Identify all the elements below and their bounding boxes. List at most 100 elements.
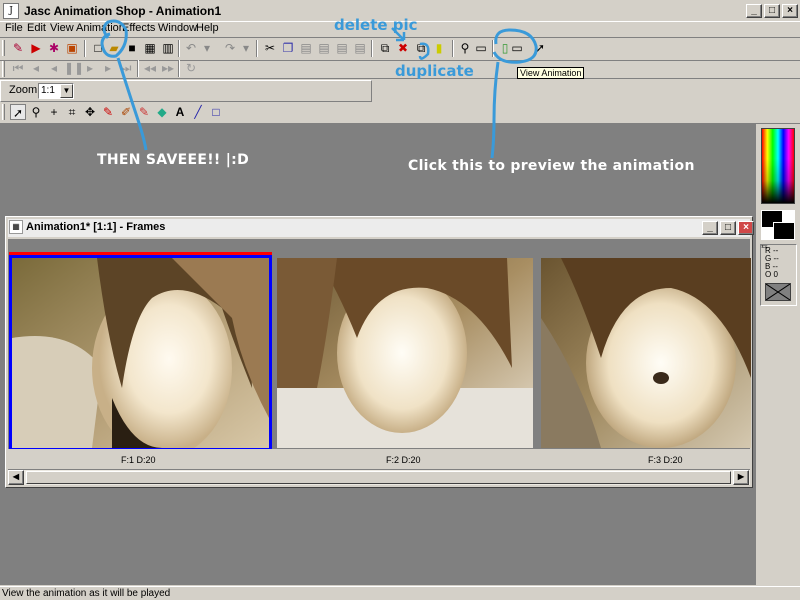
separator bbox=[178, 60, 180, 77]
frame-3-image bbox=[541, 258, 751, 448]
frame-labels: F:1 D:20 F:2 D:20 F:3 D:20 bbox=[8, 449, 750, 471]
o-label: O 0 bbox=[765, 270, 778, 279]
frame-1-image bbox=[12, 258, 269, 448]
paste-new-icon[interactable]: ▤ bbox=[316, 40, 332, 56]
chevron-down-icon[interactable]: ▼ bbox=[60, 84, 73, 98]
separator bbox=[371, 40, 373, 57]
step-back-icon[interactable]: ◂◂ bbox=[142, 60, 158, 76]
previous-frame-icon[interactable]: ◂ bbox=[28, 60, 44, 76]
annotation-preview: Click this to preview the animation bbox=[408, 158, 695, 174]
eraser-icon[interactable]: ✎ bbox=[136, 104, 152, 120]
transparent-swatch[interactable] bbox=[765, 283, 791, 301]
cut-icon[interactable]: ✂ bbox=[262, 40, 278, 56]
link-icon[interactable]: ⧉ bbox=[377, 40, 393, 56]
menu-animation[interactable]: Animation bbox=[76, 22, 125, 34]
undo-icon[interactable]: ↶ bbox=[183, 40, 199, 56]
zoom-label: Zoom: bbox=[9, 84, 41, 96]
zoom-select[interactable]: 1:1 ▼ bbox=[38, 83, 74, 99]
frame-2[interactable] bbox=[277, 258, 533, 448]
zoom-icon[interactable]: ⚲ bbox=[457, 40, 473, 56]
zoom-tool-icon[interactable]: ⚲ bbox=[28, 104, 44, 120]
copy-icon[interactable]: ❐ bbox=[280, 40, 296, 56]
no-color-icon bbox=[766, 284, 790, 300]
color-swatches[interactable] bbox=[761, 210, 795, 240]
optimize-icon[interactable]: ▣ bbox=[64, 40, 80, 56]
delete-frame-icon[interactable]: ✖ bbox=[395, 40, 411, 56]
frames-minimize-button[interactable]: _ bbox=[702, 221, 718, 235]
paste-into-icon[interactable]: ▤ bbox=[352, 40, 368, 56]
horizontal-scrollbar[interactable]: ◀ ▶ bbox=[8, 469, 750, 485]
line-icon[interactable]: ╱ bbox=[190, 104, 206, 120]
fill-icon[interactable]: ◆ bbox=[154, 104, 170, 120]
film-icon[interactable]: ▦ bbox=[142, 40, 158, 56]
menu-file[interactable]: File bbox=[5, 22, 23, 34]
scroll-thumb[interactable] bbox=[26, 471, 731, 484]
separator bbox=[84, 40, 86, 57]
last-frame-icon[interactable]: ⏭ bbox=[118, 60, 134, 76]
separator bbox=[492, 40, 494, 57]
annotation-delete-pic: delete pic bbox=[334, 16, 418, 34]
dropper-icon[interactable]: ✎ bbox=[100, 104, 116, 120]
step-forward-icon[interactable]: ▸▸ bbox=[160, 60, 176, 76]
separator bbox=[452, 40, 454, 57]
pause-icon[interactable]: ❚❚ bbox=[64, 60, 84, 76]
background-swatch[interactable] bbox=[773, 222, 795, 240]
save-icon[interactable]: ■ bbox=[124, 40, 140, 56]
zoom-toolbar: Zoom: 1:1 ▼ bbox=[0, 80, 372, 102]
arrow-select-icon[interactable]: ➚ bbox=[532, 40, 548, 56]
wizard-icon[interactable]: ✎ bbox=[10, 40, 26, 56]
frames-strip bbox=[8, 239, 751, 467]
arrow-tool-icon[interactable]: ➚ bbox=[10, 104, 26, 120]
status-bar: View the animation as it will be played bbox=[0, 586, 800, 600]
insert-frame-icon[interactable]: ▮ bbox=[431, 40, 447, 56]
frame-2-label: F:2 D:20 bbox=[386, 455, 421, 465]
app-icon: J bbox=[3, 3, 19, 19]
status-text: View the animation as it will be played bbox=[2, 588, 171, 599]
menu-view[interactable]: View bbox=[50, 22, 74, 34]
separator bbox=[137, 60, 139, 77]
minimize-button[interactable]: _ bbox=[746, 4, 762, 18]
play-icon[interactable]: ▸ bbox=[82, 60, 98, 76]
view-animation-icon[interactable]: ▭ bbox=[508, 40, 526, 56]
frame-properties-icon[interactable]: ▭ bbox=[473, 40, 489, 56]
menu-window[interactable]: Window bbox=[158, 22, 197, 34]
undo-dropdown-icon[interactable]: ▾ bbox=[199, 40, 215, 56]
next-frame-icon[interactable]: ▸ bbox=[100, 60, 116, 76]
color-palette[interactable] bbox=[761, 128, 795, 204]
loop-icon[interactable]: ↻ bbox=[183, 60, 199, 76]
close-button[interactable]: × bbox=[782, 4, 798, 18]
view-animation-tooltip: View Animation bbox=[517, 67, 585, 79]
play-reverse-icon[interactable]: ◂ bbox=[46, 60, 62, 76]
paintbrush-icon[interactable]: ✐ bbox=[118, 104, 134, 120]
color-panel: ⇆ R -- G -- B -- O 0 bbox=[757, 124, 800, 585]
menu-help[interactable]: Help bbox=[196, 22, 219, 34]
menu-edit[interactable]: Edit bbox=[27, 22, 46, 34]
redo-icon[interactable]: ↷ bbox=[222, 40, 238, 56]
frames-icon[interactable]: ▥ bbox=[160, 40, 176, 56]
duplicate-frame-icon[interactable]: ⧉ bbox=[413, 40, 429, 56]
animation-wizard-icon[interactable]: ✱ bbox=[46, 40, 62, 56]
mover-icon[interactable]: ✥ bbox=[82, 104, 98, 120]
redo-dropdown-icon[interactable]: ▾ bbox=[238, 40, 254, 56]
toolbar-grip bbox=[2, 40, 5, 56]
frames-maximize-button[interactable]: □ bbox=[720, 221, 736, 235]
zoom-value: 1:1 bbox=[41, 85, 55, 96]
crop-icon[interactable]: ⌗ bbox=[64, 104, 80, 120]
scroll-right-icon[interactable]: ▶ bbox=[733, 470, 749, 485]
annotation-duplicate: duplicate bbox=[395, 62, 474, 80]
text-icon[interactable]: A bbox=[172, 104, 188, 120]
frame-3[interactable] bbox=[541, 258, 751, 448]
scroll-left-icon[interactable]: ◀ bbox=[8, 470, 24, 485]
first-frame-icon[interactable]: ⏮ bbox=[10, 60, 26, 76]
crosshair-icon[interactable]: + bbox=[46, 104, 62, 120]
menu-effects[interactable]: Effects bbox=[122, 22, 155, 34]
banner-icon[interactable]: ▶ bbox=[28, 40, 44, 56]
frame-1[interactable] bbox=[9, 255, 272, 451]
paste-icon[interactable]: ▤ bbox=[298, 40, 314, 56]
new-icon[interactable]: □ bbox=[90, 40, 106, 56]
rectangle-icon[interactable]: □ bbox=[208, 104, 224, 120]
frames-close-button[interactable]: × bbox=[738, 221, 754, 235]
maximize-button[interactable]: □ bbox=[764, 4, 780, 18]
paste-frame-icon[interactable]: ▤ bbox=[334, 40, 350, 56]
open-icon[interactable]: ▰ bbox=[106, 40, 122, 56]
